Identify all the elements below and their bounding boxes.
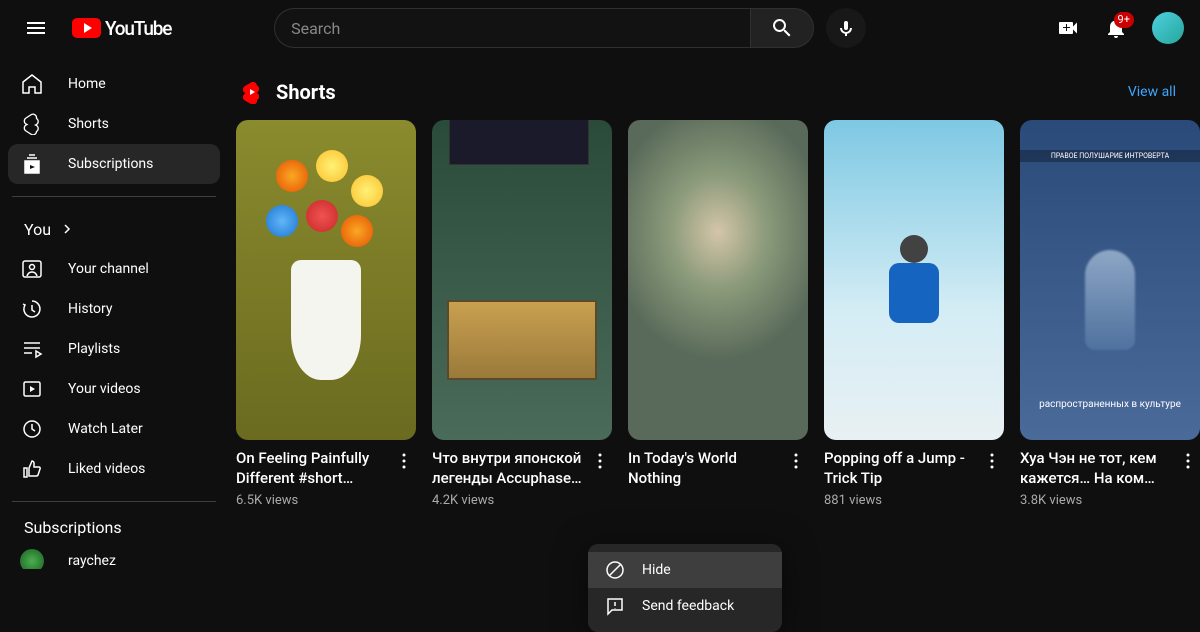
subscriptions-section-title: Subscriptions: [0, 514, 228, 541]
short-title: On Feeling Painfully Different #short…: [236, 448, 392, 489]
sidebar-you-header[interactable]: You: [0, 209, 228, 249]
chevron-right-icon: [59, 221, 75, 237]
more-vertical-icon: [591, 452, 609, 470]
short-views: 4.2K views: [432, 493, 588, 508]
channel-avatar: [20, 549, 44, 569]
short-thumbnail[interactable]: ПРАВОЕ ПОЛУШАРИЕ ИНТРОВЕРТА распростране…: [1020, 120, 1200, 440]
search-button[interactable]: [750, 8, 814, 48]
short-card[interactable]: ПРАВОЕ ПОЛУШАРИЕ ИНТРОВЕРТА распростране…: [1020, 120, 1200, 508]
subscriptions-icon: [20, 153, 44, 175]
sidebar-label: Liked videos: [68, 461, 145, 477]
clock-icon: [20, 418, 44, 440]
short-menu-button[interactable]: [980, 448, 1004, 470]
sidebar-item-home[interactable]: Home: [8, 64, 220, 104]
menu-icon: [24, 16, 48, 40]
sidebar-label: Shorts: [68, 116, 109, 132]
channel-icon: [20, 258, 44, 280]
notification-badge: 9+: [1114, 12, 1134, 28]
sidebar-item-your-videos[interactable]: Your videos: [8, 369, 220, 409]
thumbnail-overlay-banner: ПРАВОЕ ПОЛУШАРИЕ ИНТРОВЕРТА: [1020, 150, 1200, 162]
divider: [12, 501, 216, 502]
playlists-icon: [20, 338, 44, 360]
short-card[interactable]: Что внутри японской легенды Accuphase E……: [432, 120, 612, 508]
feedback-icon: [604, 595, 626, 617]
hamburger-menu-button[interactable]: [16, 8, 56, 48]
short-thumbnail[interactable]: [628, 120, 808, 440]
youtube-play-icon: [72, 18, 101, 38]
short-thumbnail[interactable]: [236, 120, 416, 440]
shorts-logo-icon: [240, 80, 264, 104]
menu-item-send-feedback[interactable]: Send feedback: [588, 588, 782, 624]
home-icon: [20, 73, 44, 95]
short-card[interactable]: In Today's World Nothing: [628, 120, 808, 508]
sidebar-subscription-raychez[interactable]: raychez: [8, 541, 220, 569]
hide-icon: [604, 559, 626, 581]
you-label: You: [24, 220, 51, 239]
short-thumbnail[interactable]: [432, 120, 612, 440]
search-input[interactable]: [274, 8, 750, 48]
create-button[interactable]: [1048, 8, 1088, 48]
context-menu: Hide Send feedback: [588, 544, 782, 632]
short-card[interactable]: Popping off a Jump - Trick Tip 881 views: [824, 120, 1004, 508]
sidebar-label: Your channel: [68, 261, 149, 277]
sidebar-item-your-channel[interactable]: Your channel: [8, 249, 220, 289]
sidebar-label: Subscriptions: [68, 156, 153, 172]
sidebar-item-subscriptions[interactable]: Subscriptions: [8, 144, 220, 184]
short-menu-button[interactable]: [392, 448, 416, 470]
short-card[interactable]: On Feeling Painfully Different #short… 6…: [236, 120, 416, 508]
short-thumbnail[interactable]: [824, 120, 1004, 440]
thumbnail-overlay-caption: распространенных в культуре: [1020, 399, 1200, 410]
thumbs-up-icon: [20, 458, 44, 480]
youtube-logo-text: YouTube: [105, 17, 171, 40]
menu-item-label: Hide: [642, 562, 671, 578]
sidebar-item-history[interactable]: History: [8, 289, 220, 329]
sidebar: Home Shorts Subscriptions You Your chann…: [0, 56, 228, 569]
sidebar-item-shorts[interactable]: Shorts: [8, 104, 220, 144]
short-menu-button[interactable]: [588, 448, 612, 470]
short-views: 6.5K views: [236, 493, 392, 508]
sidebar-label: Watch Later: [68, 421, 143, 437]
create-icon: [1056, 16, 1080, 40]
sidebar-label: Your videos: [68, 381, 141, 397]
sidebar-item-watch-later[interactable]: Watch Later: [8, 409, 220, 449]
more-vertical-icon: [1179, 452, 1197, 470]
voice-search-button[interactable]: [826, 8, 866, 48]
short-title: Что внутри японской легенды Accuphase E…: [432, 448, 588, 489]
short-title: Хуа Чэн не тот, кем кажется… На ком…: [1020, 448, 1176, 489]
shorts-icon: [20, 113, 44, 135]
notifications-button[interactable]: 9+: [1096, 8, 1136, 48]
sidebar-item-liked-videos[interactable]: Liked videos: [8, 449, 220, 489]
more-vertical-icon: [787, 452, 805, 470]
short-menu-button[interactable]: [1176, 448, 1200, 470]
sidebar-label: History: [68, 301, 113, 317]
menu-item-label: Send feedback: [642, 598, 734, 614]
short-title: Popping off a Jump - Trick Tip: [824, 448, 980, 489]
your-videos-icon: [20, 378, 44, 400]
more-vertical-icon: [395, 452, 413, 470]
history-icon: [20, 298, 44, 320]
sidebar-item-playlists[interactable]: Playlists: [8, 329, 220, 369]
sidebar-label: raychez: [68, 553, 116, 569]
short-views: 3.8K views: [1020, 493, 1176, 508]
short-menu-button[interactable]: [784, 448, 808, 470]
divider: [12, 196, 216, 197]
sidebar-label: Playlists: [68, 341, 120, 357]
microphone-icon: [836, 18, 856, 38]
more-vertical-icon: [983, 452, 1001, 470]
youtube-logo[interactable]: YouTube: [72, 17, 171, 40]
sidebar-label: Home: [68, 76, 106, 92]
shorts-section-title: Shorts: [276, 80, 336, 104]
menu-item-hide[interactable]: Hide: [588, 552, 782, 588]
short-title: In Today's World Nothing: [628, 448, 784, 489]
search-icon: [770, 16, 794, 40]
short-views: 881 views: [824, 493, 980, 508]
account-avatar[interactable]: [1152, 12, 1184, 44]
view-all-link[interactable]: View all: [1128, 84, 1176, 100]
